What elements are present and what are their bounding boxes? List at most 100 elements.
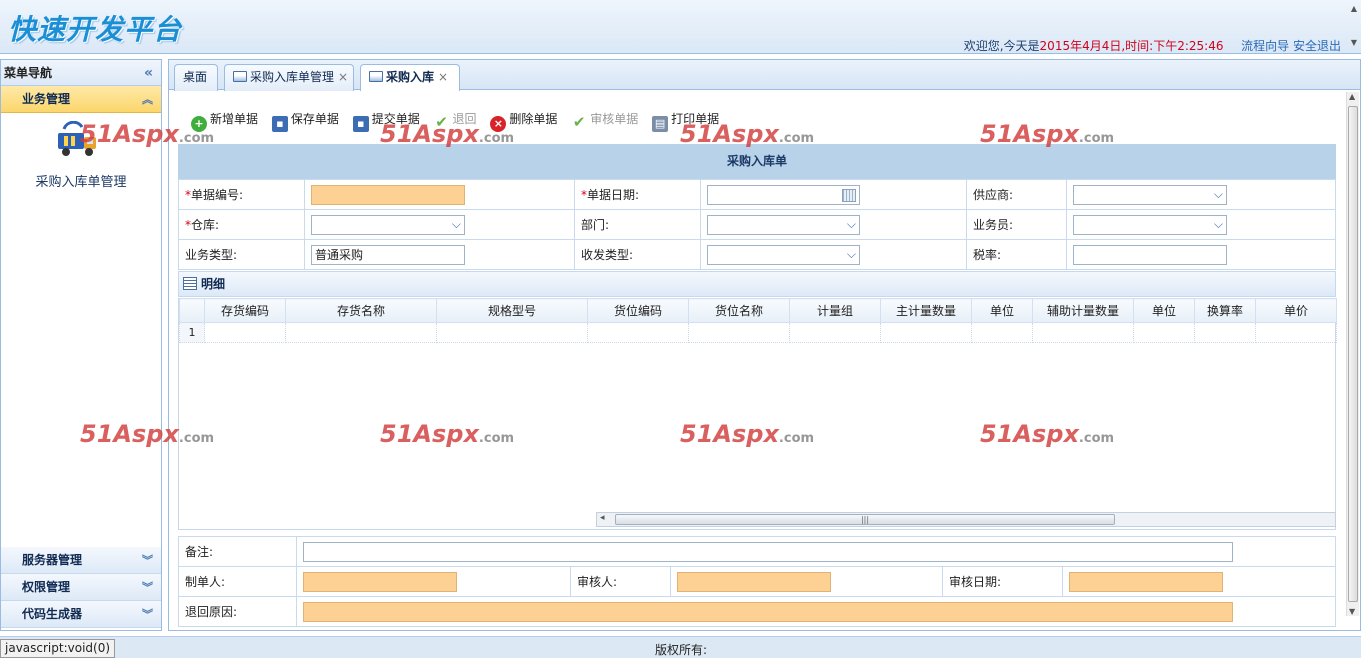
column-header[interactable]: 存货名称 <box>285 298 437 323</box>
main-vertical-scrollbar[interactable]: ▲ ▼ <box>1346 92 1359 616</box>
close-icon[interactable]: × <box>438 70 448 84</box>
sidebar-group-server[interactable]: 服务器管理 ︾ <box>1 547 161 574</box>
audit-date-field[interactable] <box>1069 571 1223 592</box>
column-header[interactable]: 货位名称 <box>688 298 790 323</box>
sidebar-title-label: 菜单导航 <box>4 66 53 80</box>
button-label: 保存单据 <box>290 112 339 126</box>
sidebar-group-permissions[interactable]: 权限管理 ︾ <box>1 574 161 601</box>
toolbar: + 新增单据 ▪ 保存单据 ▪ 提交单据 ✔ 退回 × 删除单据 ✔ 审核单据 ▤ 打印单据 <box>191 110 729 132</box>
biz-type-field[interactable]: 普通采购 <box>311 244 465 265</box>
detail-title: 明细 <box>201 277 226 291</box>
greeting-text: 欢迎您,今天是 <box>963 39 1040 53</box>
tax-rate-field[interactable] <box>1073 244 1227 265</box>
grid-cell[interactable] <box>204 322 286 343</box>
return-reason-field[interactable] <box>303 601 1233 622</box>
window-icon <box>369 71 383 82</box>
copyright-text: 版权所有: <box>655 643 708 657</box>
column-header[interactable]: 货位编码 <box>587 298 689 323</box>
header-scroll-down-icon[interactable]: ▼ <box>1351 38 1357 47</box>
header-scroll-up-icon[interactable]: ▲ <box>1351 4 1357 13</box>
column-header[interactable]: 规格型号 <box>436 298 588 323</box>
grid-cell[interactable] <box>1133 322 1195 343</box>
salesman-select[interactable] <box>1073 214 1227 235</box>
tab-label: 桌面 <box>183 70 208 84</box>
grid-cell[interactable] <box>1194 322 1256 343</box>
button-label: 新增单据 <box>210 112 259 126</box>
tab-desktop[interactable]: 桌面 <box>174 64 218 91</box>
supplier-select[interactable] <box>1073 184 1227 205</box>
new-document-button[interactable]: + 新增单据 <box>191 110 258 132</box>
grid-horizontal-scrollbar[interactable]: ◂ ||| <box>596 512 1336 527</box>
column-header[interactable]: 单位 <box>1133 298 1195 323</box>
doc-date-label: *单据日期: <box>574 179 701 210</box>
grid-cell[interactable] <box>1255 322 1337 343</box>
grid-cell[interactable] <box>971 322 1033 343</box>
print-document-button[interactable]: ▤ 打印单据 <box>652 110 719 132</box>
department-select[interactable] <box>707 214 860 235</box>
scrollbar-thumb[interactable] <box>1348 106 1358 602</box>
biz-type-label: 业务类型: <box>178 239 305 270</box>
supplier-label: 供应商: <box>966 179 1067 210</box>
column-header[interactable]: 换算率 <box>1194 298 1256 323</box>
column-header[interactable]: 单位 <box>971 298 1033 323</box>
submit-document-button[interactable]: ▪ 提交单据 <box>352 110 420 132</box>
tab-label: 采购入库 <box>386 70 435 84</box>
sidebar-group-label: 代码生成器 <box>22 607 83 621</box>
field-label: 单据日期: <box>587 188 640 202</box>
sidebar-group-label: 业务管理 <box>22 92 71 106</box>
save-icon: ▪ <box>271 116 288 132</box>
return-button[interactable]: ✔ 退回 <box>434 110 476 130</box>
tab-purchase-inbound[interactable]: 采购入库 × <box>360 64 460 91</box>
approve-document-button[interactable]: ✔ 审核单据 <box>571 110 638 130</box>
grid-cell[interactable] <box>789 322 881 343</box>
grid-cell[interactable] <box>880 322 972 343</box>
scroll-left-icon[interactable]: ◂ <box>600 513 605 523</box>
column-header[interactable]: 辅助计量数量 <box>1032 298 1134 323</box>
close-icon[interactable]: × <box>338 70 348 84</box>
doc-no-label: *单据编号: <box>178 179 305 210</box>
doc-no-field[interactable] <box>311 184 465 205</box>
io-type-select[interactable] <box>707 244 860 265</box>
sidebar-group-label: 服务器管理 <box>22 553 83 567</box>
logout-link[interactable]: 安全退出 <box>1293 39 1341 53</box>
scroll-up-icon[interactable]: ▲ <box>1349 92 1355 101</box>
table-row[interactable]: 1 <box>179 322 1337 343</box>
grid-cell[interactable] <box>587 322 689 343</box>
grid-cell[interactable] <box>436 322 588 343</box>
process-guide-link[interactable]: 流程向导 <box>1241 39 1289 53</box>
form-caption: 采购入库单 <box>178 144 1336 179</box>
delete-document-button[interactable]: × 删除单据 <box>490 110 557 132</box>
save-document-button[interactable]: ▪ 保存单据 <box>271 110 339 132</box>
sidebar-item-purchase-inbound-mgmt[interactable]: 采购入库单管理 <box>1 171 161 190</box>
audit-date-label: 审核日期: <box>942 566 1063 597</box>
grid-cell[interactable] <box>1032 322 1134 343</box>
button-label: 打印单据 <box>671 112 720 126</box>
creator-field[interactable] <box>303 571 457 592</box>
scroll-down-icon[interactable]: ▼ <box>1349 607 1355 616</box>
footer-form: 备注: 制单人: 审核人: 审核日期: 退回原因: <box>178 536 1336 627</box>
row-number: 1 <box>179 322 205 343</box>
tab-bar: 桌面 采购入库单管理 × 采购入库 × <box>169 60 1360 91</box>
print-icon: ▤ <box>652 116 669 132</box>
purchase-truck-icon[interactable] <box>56 121 100 161</box>
chevron-down-icon: ︾ <box>142 554 153 567</box>
tab-purchase-inbound-mgmt[interactable]: 采购入库单管理 × <box>224 64 354 91</box>
warehouse-label: *仓库: <box>178 209 305 240</box>
grid-header-row: 存货编码 存货名称 规格型号 货位编码 货位名称 计量组 主计量数量 单位 辅助… <box>179 298 1337 323</box>
column-header[interactable]: 单价 <box>1255 298 1337 323</box>
column-header[interactable]: 存货编码 <box>204 298 286 323</box>
grid-cell[interactable] <box>688 322 790 343</box>
column-header[interactable]: 主计量数量 <box>880 298 972 323</box>
button-label: 审核单据 <box>590 112 639 126</box>
column-header[interactable]: 计量组 <box>789 298 881 323</box>
auditor-field[interactable] <box>677 571 831 592</box>
tax-rate-label: 税率: <box>966 239 1067 270</box>
doc-date-field[interactable] <box>707 184 860 205</box>
sidebar-group-codegen[interactable]: 代码生成器 ︾ <box>1 601 161 628</box>
scrollbar-thumb[interactable]: ||| <box>615 514 1115 525</box>
grid-cell[interactable] <box>285 322 437 343</box>
collapse-sidebar-icon[interactable]: « <box>144 60 153 86</box>
sidebar-group-business[interactable]: 业务管理 ︽ <box>1 86 161 113</box>
remark-field[interactable] <box>303 541 1233 562</box>
warehouse-select[interactable] <box>311 214 465 235</box>
